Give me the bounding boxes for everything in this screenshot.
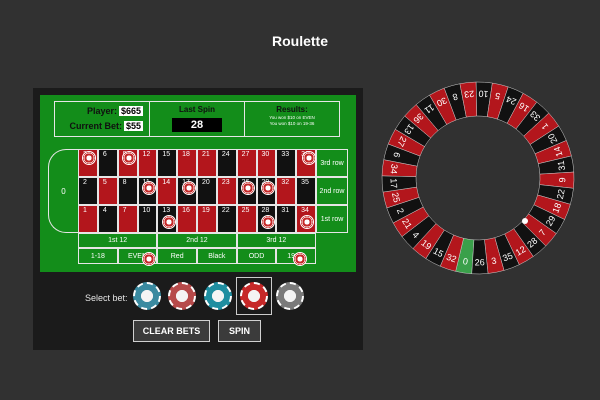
bet-cell-1[interactable]: 1 bbox=[78, 205, 98, 233]
placed-chip[interactable] bbox=[182, 181, 196, 195]
bet-cell-20[interactable]: 20 bbox=[197, 177, 217, 205]
bet-cell-21[interactable]: 21 bbox=[197, 149, 217, 177]
bet-cell-0[interactable]: 0 bbox=[48, 149, 78, 233]
placed-chip[interactable] bbox=[261, 215, 275, 229]
bet-cell-22[interactable]: 22 bbox=[216, 205, 237, 233]
bet-3rd-row[interactable]: 3rd row bbox=[316, 149, 348, 177]
bet-cell-27[interactable]: 27 bbox=[236, 149, 257, 177]
dozen-bets: 1st 12 2nd 12 3rd 12 bbox=[78, 233, 316, 248]
bet-1st-row[interactable]: 1st row bbox=[316, 205, 348, 233]
bet-cell-2[interactable]: 2 bbox=[78, 177, 98, 205]
bet-cell-30[interactable]: 30 bbox=[256, 149, 277, 177]
number-grid: 3 6 9 12 15 18 21 24 27 30 33 36 2 5 8 1… bbox=[78, 149, 316, 233]
bet-cell-12[interactable]: 12 bbox=[137, 149, 158, 177]
bet-2nd-row[interactable]: 2nd row bbox=[316, 177, 348, 205]
bet-cell-33[interactable]: 33 bbox=[276, 149, 297, 177]
chip-5[interactable] bbox=[168, 282, 196, 310]
bet-cell-24[interactable]: 24 bbox=[216, 149, 237, 177]
current-bet-label: Current Bet: bbox=[69, 121, 122, 131]
bet-cell-25[interactable]: 25 bbox=[236, 205, 257, 233]
bet-cell-32[interactable]: 32 bbox=[276, 177, 297, 205]
bet-cell-6[interactable]: 6 bbox=[97, 149, 118, 177]
last-spin-value: 28 bbox=[172, 118, 222, 132]
bet-odd[interactable]: ODD bbox=[236, 248, 277, 264]
game-panel: Player: $665 Current Bet: $55 Last Spin … bbox=[33, 88, 363, 350]
bet-cell-19[interactable]: 19 bbox=[197, 205, 217, 233]
bet-cell-16[interactable]: 16 bbox=[177, 205, 197, 233]
wheel-number-label: 26 bbox=[475, 257, 485, 267]
spin-button[interactable]: SPIN bbox=[218, 320, 261, 342]
last-spin-label: Last Spin bbox=[178, 105, 215, 114]
placed-chip[interactable] bbox=[162, 215, 176, 229]
player-balance: $665 bbox=[118, 106, 143, 116]
chip-10[interactable] bbox=[204, 282, 232, 310]
placed-chip[interactable] bbox=[293, 252, 307, 266]
column-bets: 3rd row 2nd row 1st row bbox=[316, 149, 348, 233]
bet-1-18[interactable]: 1-18 bbox=[78, 248, 118, 264]
last-spin-info: Last Spin 28 bbox=[150, 102, 245, 136]
result-line: You won $10 on EVEN bbox=[269, 115, 315, 120]
placed-chip[interactable] bbox=[122, 151, 136, 165]
outside-bets: 1-18 EVEN Red Black ODD 19-36 bbox=[78, 248, 317, 264]
placed-chip[interactable] bbox=[300, 215, 314, 229]
bet-cell-10[interactable]: 10 bbox=[137, 205, 158, 233]
wheel-number-label: 10 bbox=[478, 88, 489, 99]
placed-chip[interactable] bbox=[142, 252, 156, 266]
chip-1[interactable] bbox=[133, 282, 161, 310]
placed-chip[interactable] bbox=[261, 181, 275, 195]
wheel-number-label: 17 bbox=[388, 178, 399, 189]
current-bet-value: $55 bbox=[123, 121, 143, 131]
bet-cell-35[interactable]: 35 bbox=[296, 177, 316, 205]
chip-25[interactable] bbox=[240, 282, 268, 310]
results-title: Results: bbox=[276, 105, 308, 114]
bet-3rd-12[interactable]: 3rd 12 bbox=[236, 233, 316, 248]
wheel-number-label: 23 bbox=[464, 89, 475, 100]
wheel-number-label: 31 bbox=[556, 160, 567, 171]
bet-1st-12[interactable]: 1st 12 bbox=[78, 233, 158, 248]
placed-chip[interactable] bbox=[142, 181, 156, 195]
bet-cell-15[interactable]: 15 bbox=[157, 149, 178, 177]
clear-bets-button[interactable]: CLEAR BETS bbox=[133, 320, 210, 342]
bet-cell-8[interactable]: 8 bbox=[117, 177, 138, 205]
result-line: You won $10 on 19-36 bbox=[269, 121, 315, 126]
placed-chip[interactable] bbox=[241, 181, 255, 195]
wheel-center bbox=[417, 117, 539, 239]
wheel-number-label: 9 bbox=[557, 177, 567, 182]
page-title: Roulette bbox=[272, 33, 328, 49]
roulette-table: Player: $665 Current Bet: $55 Last Spin … bbox=[40, 95, 356, 272]
roulette-wheel[interactable]: 0321519421225173462713361130 8 23 10 5 24 1633… bbox=[381, 81, 575, 275]
wheel-number-label: 34 bbox=[389, 163, 400, 174]
placed-chip[interactable] bbox=[82, 151, 96, 165]
bet-cell-5[interactable]: 5 bbox=[97, 177, 118, 205]
placed-chip[interactable] bbox=[302, 151, 316, 165]
bet-2nd-12[interactable]: 2nd 12 bbox=[157, 233, 237, 248]
bet-red[interactable]: Red bbox=[157, 248, 198, 264]
bet-cell-4[interactable]: 4 bbox=[97, 205, 118, 233]
chip-100[interactable] bbox=[276, 282, 304, 310]
bet-cell-31[interactable]: 31 bbox=[276, 205, 297, 233]
bet-cell-23[interactable]: 23 bbox=[216, 177, 237, 205]
cell-label: 0 bbox=[61, 186, 66, 196]
bet-cell-14[interactable]: 14 bbox=[157, 177, 178, 205]
bet-cell-18[interactable]: 18 bbox=[177, 149, 197, 177]
select-bet-label: Select bet: bbox=[85, 293, 128, 303]
info-bar: Player: $665 Current Bet: $55 Last Spin … bbox=[54, 101, 340, 137]
results-info: Results: You won $10 on EVEN You won $10… bbox=[245, 102, 339, 136]
wheel-number-label: 22 bbox=[555, 188, 567, 200]
wheel-ball bbox=[522, 218, 528, 224]
player-label: Player: bbox=[86, 106, 117, 116]
bet-cell-7[interactable]: 7 bbox=[117, 205, 138, 233]
player-info: Player: $665 Current Bet: $55 bbox=[55, 102, 150, 136]
bet-black[interactable]: Black bbox=[197, 248, 237, 264]
